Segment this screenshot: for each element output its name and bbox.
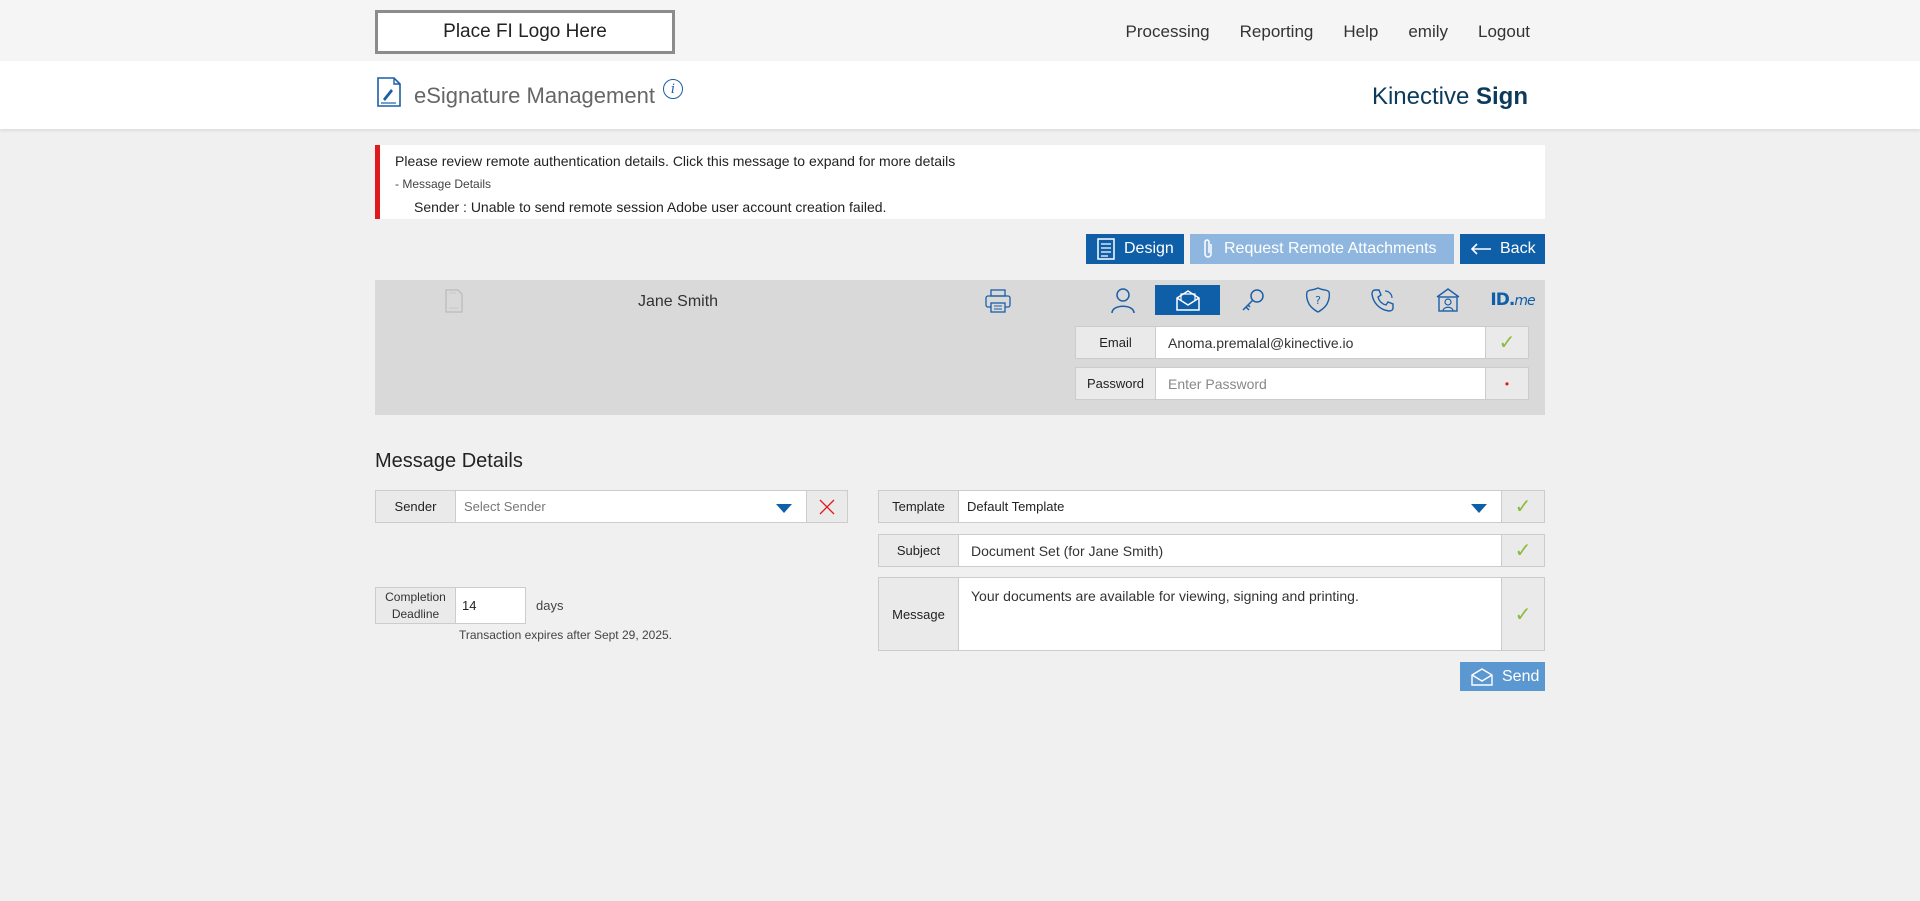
completion-deadline-row: Completion Deadline 14 days	[375, 587, 563, 624]
nav-processing[interactable]: Processing	[1126, 22, 1210, 42]
paperclip-icon	[1204, 239, 1212, 258]
alert-details-toggle[interactable]: - Message Details	[395, 177, 491, 191]
nav-help[interactable]: Help	[1343, 22, 1378, 42]
email-icon[interactable]	[1155, 285, 1220, 315]
subject-input[interactable]: Document Set (for Jane Smith)	[959, 534, 1502, 567]
email-field[interactable]: Anoma.premalal@kinective.io	[1156, 326, 1486, 359]
brand-bold: Sign	[1476, 83, 1528, 110]
password-row: Password Enter Password •	[1075, 367, 1529, 400]
template-select[interactable]: Default Template	[959, 490, 1502, 523]
checklist-icon	[1097, 238, 1115, 260]
shield-question-icon[interactable]: ?	[1285, 285, 1350, 315]
template-row: Template Default Template ✓	[878, 490, 1545, 523]
design-button[interactable]: Design	[1086, 234, 1184, 264]
send-button[interactable]: Send	[1460, 662, 1545, 691]
template-select-value: Default Template	[967, 499, 1065, 514]
completion-deadline-label: Completion Deadline	[375, 587, 456, 624]
back-button-label: Back	[1500, 240, 1536, 257]
brand-logo: Kinective Sign	[1372, 83, 1528, 111]
completion-deadline-input[interactable]: 14	[456, 587, 526, 624]
subject-label: Subject	[878, 534, 959, 567]
email-valid-check-icon: ✓	[1486, 326, 1529, 359]
signer-panel: Jane Smith ? ID.me Email Anoma.premalal@…	[375, 280, 1545, 415]
chevron-down-icon	[1471, 504, 1487, 513]
info-icon[interactable]: i	[663, 79, 683, 99]
auth-alert-banner[interactable]: Please review remote authentication deta…	[375, 145, 1545, 219]
arrow-left-icon	[1470, 243, 1491, 255]
top-bar: Place FI Logo Here Processing Reporting …	[0, 0, 1920, 61]
signer-name: Jane Smith	[638, 293, 719, 310]
transaction-expiry-text: Transaction expires after Sept 29, 2025.	[459, 628, 673, 642]
password-required-dot-icon: •	[1486, 367, 1529, 400]
request-button-label: Request Remote Attachments	[1224, 240, 1437, 257]
message-row: Message Your documents are available for…	[878, 577, 1545, 651]
send-mail-icon	[1471, 667, 1493, 686]
send-button-label: Send	[1502, 667, 1540, 685]
password-label: Password	[1075, 367, 1156, 400]
print-icon[interactable]	[984, 288, 1012, 314]
email-row: Email Anoma.premalal@kinective.io ✓	[1075, 326, 1529, 359]
template-label: Template	[878, 490, 959, 523]
auth-method-icons: ? ID.me	[1090, 285, 1545, 315]
deadline-unit: days	[536, 598, 564, 613]
sender-select[interactable]: Select Sender	[456, 490, 807, 523]
message-textarea[interactable]: Your documents are available for viewing…	[959, 577, 1502, 651]
design-button-label: Design	[1124, 240, 1174, 257]
page-header: eSignature Management i Kinective Sign	[0, 61, 1920, 129]
brand-light: Kinective	[1371, 83, 1476, 110]
message-details-title: Message Details	[375, 450, 523, 472]
esign-document-icon	[377, 77, 401, 107]
clear-sender-icon[interactable]	[807, 490, 848, 523]
sender-row: Sender Select Sender	[375, 490, 848, 523]
alert-detail-text: Sender : Unable to send remote session A…	[414, 199, 887, 215]
subject-row: Subject Document Set (for Jane Smith) ✓	[878, 534, 1545, 567]
phone-icon[interactable]	[1350, 285, 1415, 315]
message-label: Message	[878, 577, 959, 651]
svg-text:?: ?	[1315, 294, 1321, 307]
page-title: eSignature Management	[414, 83, 655, 108]
nav-reporting[interactable]: Reporting	[1240, 22, 1314, 42]
idme-label: ID.me	[1490, 290, 1535, 310]
template-valid-check-icon: ✓	[1502, 490, 1545, 523]
request-remote-attachments-button[interactable]: Request Remote Attachments	[1190, 234, 1454, 264]
chevron-down-icon	[776, 504, 792, 513]
back-button[interactable]: Back	[1460, 234, 1545, 264]
nav-user[interactable]: emily	[1408, 22, 1448, 42]
sender-label: Sender	[375, 490, 456, 523]
sender-select-value: Select Sender	[464, 499, 546, 514]
main-nav: Processing Reporting Help emily Logout	[1126, 22, 1530, 42]
idme-icon[interactable]: ID.me	[1480, 285, 1545, 315]
person-icon[interactable]	[1090, 285, 1155, 315]
document-number-icon	[445, 289, 463, 313]
alert-headline: Please review remote authentication deta…	[395, 153, 956, 169]
fi-logo-placeholder: Place FI Logo Here	[375, 10, 675, 54]
email-label: Email	[1075, 326, 1156, 359]
key-icon[interactable]	[1220, 285, 1285, 315]
subject-valid-check-icon: ✓	[1502, 534, 1545, 567]
nav-logout[interactable]: Logout	[1478, 22, 1530, 42]
message-valid-check-icon: ✓	[1502, 577, 1545, 651]
bank-icon[interactable]	[1415, 285, 1480, 315]
password-field[interactable]: Enter Password	[1156, 367, 1486, 400]
